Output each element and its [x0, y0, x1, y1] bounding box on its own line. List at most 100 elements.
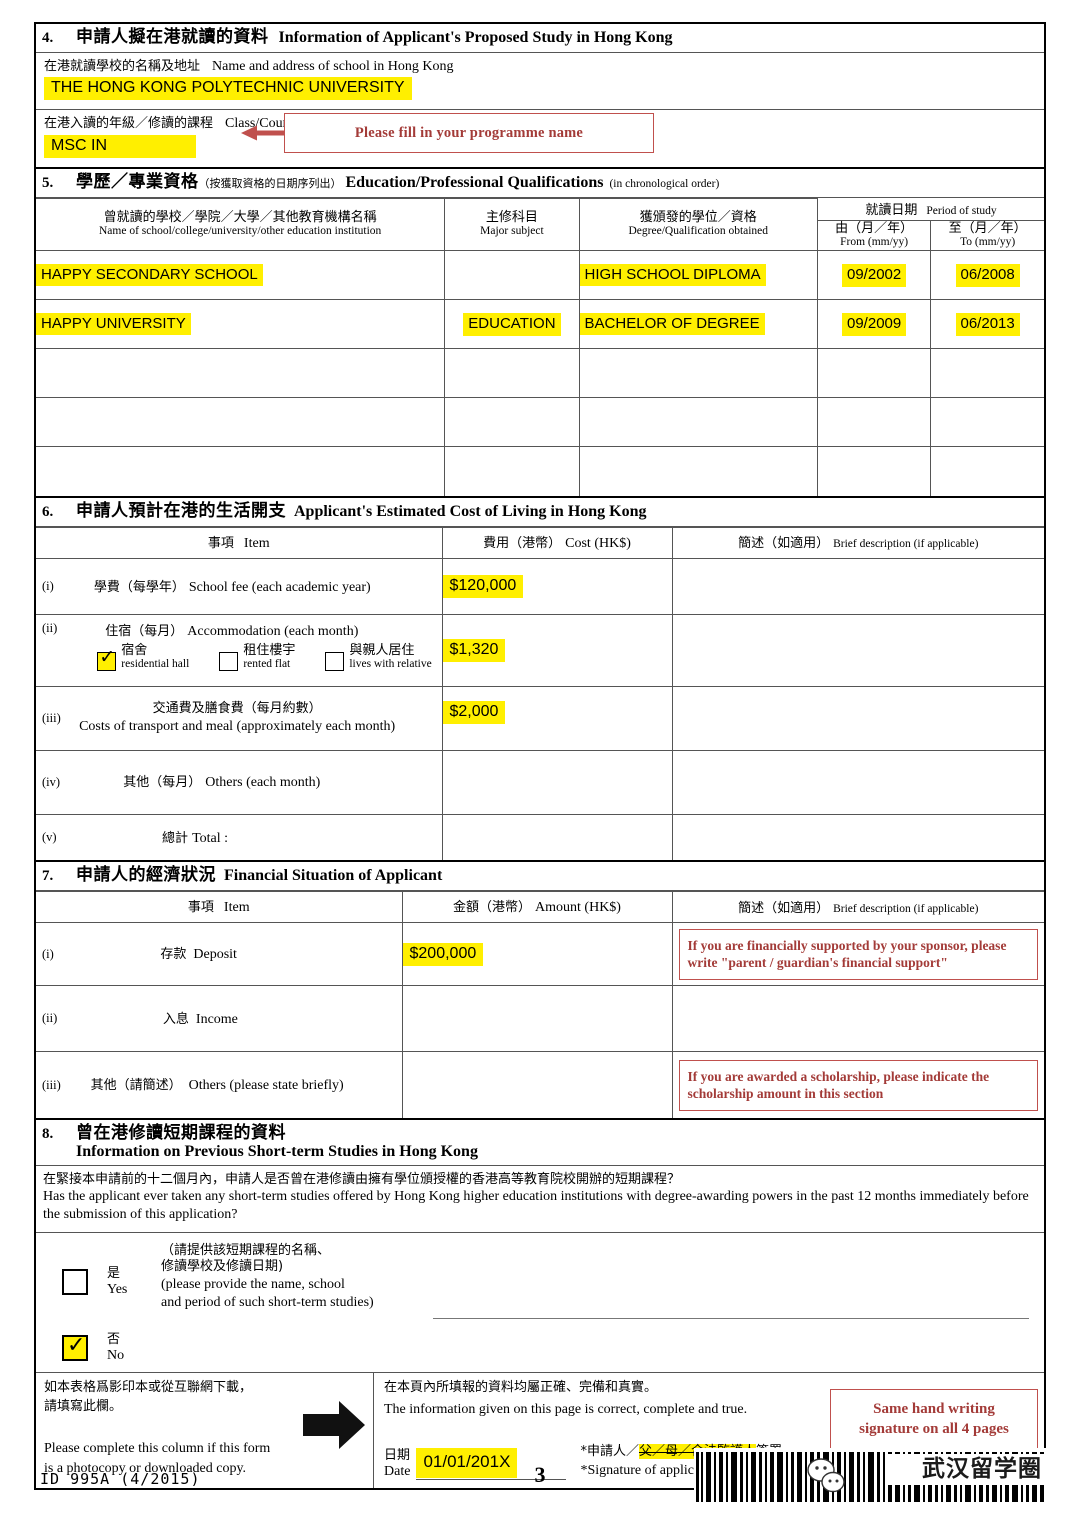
cost-desc-cell[interactable] [671, 749, 1044, 815]
cost-item-cell: (iv) 其他（每月） Others (each month) [36, 749, 443, 815]
accommodation-option-rented-flat[interactable]: 租住樓宇 rented flat [219, 642, 296, 671]
barcode: 武汉留学圈 [694, 1448, 1046, 1506]
checkbox-checked-icon[interactable] [62, 1334, 88, 1361]
edu-school-cell[interactable]: HAPPY UNIVERSITY [36, 299, 446, 350]
edu-school-cell[interactable] [36, 397, 446, 448]
edu-degree-cell[interactable]: HIGH SCHOOL DIPLOMA [578, 250, 819, 301]
edu-school-cell[interactable] [36, 348, 446, 399]
no-checkbox-wrap[interactable] [43, 1333, 107, 1361]
edu-major-cell[interactable] [444, 250, 580, 301]
cost-item-label-zh: 其他（每月） [123, 775, 202, 791]
edu-degree-cell[interactable]: BACHELOR OF DEGREE [578, 299, 819, 350]
edu-to-cell[interactable]: 06/2008 [930, 250, 1044, 301]
checkbox-checked-icon[interactable] [97, 648, 117, 671]
fin-desc-cell[interactable]: If you are awarded a scholarship, please… [671, 1051, 1044, 1118]
watermark-text: 武汉留学圈 [888, 1454, 1044, 1485]
header-degree-zh: 獲頒發的學位／資格 [639, 209, 757, 225]
cost-amount-value[interactable]: $1,320 [442, 638, 506, 662]
fin-amount-cell[interactable]: $200,000 [401, 922, 673, 987]
cost-item-cell: (i) 學費（每學年） School fee (each academic ye… [36, 557, 443, 615]
edu-to-cell[interactable] [930, 348, 1044, 399]
edu-from-cell[interactable] [817, 446, 932, 496]
cost-of-living-table: 事項 Item 費用（港幣） Cost (HK$) 簡述（如適用） Brief … [36, 526, 1044, 861]
cost-amount-cell[interactable]: $2,000 [441, 685, 673, 751]
checkbox-icon[interactable] [62, 1268, 88, 1295]
yes-checkbox-wrap[interactable] [43, 1243, 107, 1295]
edu-to-cell[interactable] [930, 446, 1044, 496]
edu-to-cell[interactable] [930, 397, 1044, 448]
header-cost-amount: 費用（港幣） Cost (HK$) [441, 526, 673, 559]
school-name-row: 在港就讀學校的名稱及地址 Name and address of school … [36, 53, 1044, 111]
edu-major-value[interactable]: EDUCATION [463, 312, 561, 336]
cost-amount-cell[interactable] [441, 813, 673, 861]
edu-from-cell[interactable] [817, 397, 932, 448]
header-cost-desc: 簡述（如適用） Brief description (if applicable… [671, 526, 1044, 559]
edu-degree-cell[interactable] [578, 348, 819, 399]
checkbox-icon[interactable] [325, 651, 345, 671]
row-number: (iii) [42, 1077, 61, 1092]
edu-degree-cell[interactable] [578, 397, 819, 448]
option-yes[interactable]: 是 Yes （請提供該短期課程的名稱、 修讀學校及修讀日期) (please p… [43, 1243, 1037, 1312]
edu-school-cell[interactable]: HAPPY SECONDARY SCHOOL [36, 250, 446, 301]
edu-major-cell[interactable] [444, 446, 580, 496]
course-input[interactable]: MSC IN [44, 134, 196, 158]
cost-desc-cell[interactable] [671, 557, 1044, 615]
accommodation-option-lives-with-relative[interactable]: 與親人居住 lives with relative [325, 643, 432, 671]
fin-amount-value[interactable]: $200,000 [402, 942, 484, 966]
accommodation-option-label: 租住樓宇 rented flat [243, 642, 296, 671]
edu-degree-value[interactable]: HIGH SCHOOL DIPLOMA [579, 264, 766, 287]
form-page: 4. 申請人擬在港就讀的資料 Information of Applicant'… [34, 22, 1046, 1490]
cost-item-label-zh: 住宿（每月） [105, 623, 184, 639]
table-row: (v) 總計 Total : [36, 813, 1044, 861]
header-to-zh: 至（月／年） [948, 220, 1027, 236]
school-name-input[interactable]: THE HONG KONG POLYTECHNIC UNIVERSITY [44, 77, 412, 101]
cost-amount-value[interactable]: $120,000 [442, 574, 524, 598]
fin-desc-cell[interactable] [671, 985, 1044, 1053]
cost-desc-cell[interactable] [671, 813, 1044, 861]
section-8-question: 在緊接本申請前的十二個月內，申請人是否曾在港修讀由擁有學位頒授權的香港高等教育院… [36, 1166, 1044, 1233]
no-label: 否 No [107, 1331, 125, 1363]
accommodation-option-residential-hall[interactable]: 宿舍 residential hall [97, 643, 189, 671]
section-7-title-zh: 申請人的經濟狀況 [76, 865, 216, 886]
course-row: 在港入讀的年級／修讀的課程 Class/Course to be attende… [36, 110, 1044, 166]
edu-to-cell[interactable]: 06/2013 [930, 299, 1044, 350]
edu-from-cell[interactable]: 09/2002 [817, 250, 932, 301]
edu-major-cell[interactable] [444, 397, 580, 448]
section-6-title-en: Applicant's Estimated Cost of Living in … [294, 502, 647, 520]
cost-item-label-en: School fee (each academic year) [188, 580, 371, 596]
header-cost-item-zh: 事項 [207, 535, 234, 551]
edu-school-value[interactable]: HAPPY UNIVERSITY [36, 313, 191, 336]
checkbox-icon[interactable] [219, 651, 239, 671]
edu-from-cell[interactable] [817, 348, 932, 399]
fin-amount-cell[interactable] [401, 1051, 673, 1118]
edu-degree-value[interactable]: BACHELOR OF DEGREE [579, 313, 765, 336]
short-term-studies-input-line[interactable] [433, 1317, 1029, 1319]
edu-degree-cell[interactable] [578, 446, 819, 496]
cost-amount-cell[interactable]: $1,320 [441, 613, 673, 687]
cost-amount-value[interactable]: $2,000 [442, 700, 506, 724]
section-7-title-en: Financial Situation of Applicant [224, 867, 443, 885]
edu-major-cell[interactable] [444, 348, 580, 399]
edu-from-value[interactable]: 09/2009 [842, 312, 907, 336]
cost-desc-cell[interactable] [671, 685, 1044, 751]
edu-from-cell[interactable]: 09/2009 [817, 299, 932, 350]
table-row: HAPPY SECONDARY SCHOOL HIGH SCHOOL DIPLO… [36, 250, 1044, 301]
edu-to-value[interactable]: 06/2008 [955, 263, 1020, 287]
edu-to-value[interactable]: 06/2013 [955, 312, 1020, 336]
fin-desc-cell[interactable]: If you are financially supported by your… [671, 922, 1044, 987]
cost-desc-cell[interactable] [671, 613, 1044, 687]
edu-school-value[interactable]: HAPPY SECONDARY SCHOOL [36, 264, 263, 287]
edu-major-cell[interactable]: EDUCATION [444, 299, 580, 350]
cost-amount-cell[interactable] [441, 749, 673, 815]
row-number: (iii) [42, 710, 61, 725]
option-no[interactable]: 否 No [43, 1331, 1037, 1364]
cost-header-row: 事項 Item 費用（港幣） Cost (HK$) 簡述（如適用） Brief … [36, 526, 1044, 559]
header-cost-item-en: Item [243, 535, 270, 551]
annotation-arrow-left-icon [241, 125, 287, 141]
header-fin-amount: 金額（港幣） Amount (HK$) [401, 891, 673, 924]
edu-school-cell[interactable] [36, 446, 446, 496]
cost-amount-cell[interactable]: $120,000 [441, 557, 673, 615]
cost-item-label-en: Total : [192, 830, 229, 846]
fin-amount-cell[interactable] [401, 985, 673, 1053]
edu-from-value[interactable]: 09/2002 [842, 263, 907, 287]
